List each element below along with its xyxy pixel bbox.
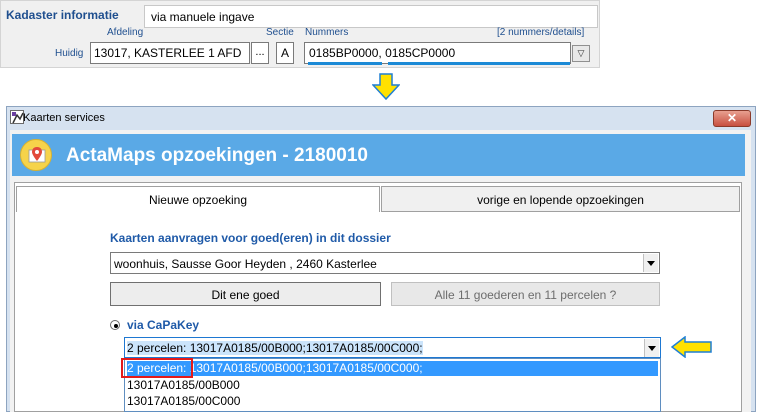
highlight-box	[121, 358, 193, 378]
afdeling-browse-button[interactable]: ...	[251, 42, 269, 64]
capakey-dropdown-list: 2 percelen: 13017A0185/00B000;13017A0185…	[124, 358, 661, 412]
nummers-field[interactable]: 0185BP0000, 0185CP0000	[304, 42, 571, 64]
sectie-label: Sectie	[266, 27, 294, 38]
alle-goederen-button[interactable]: Alle 11 goederen en 11 percelen ?	[391, 282, 660, 306]
sectie-field[interactable]: A	[276, 42, 294, 64]
radio-selected-dot	[114, 324, 118, 328]
arrow-left-icon	[671, 336, 712, 358]
nummer-underline-2	[388, 62, 570, 65]
page-title: ActaMaps opzoekingen - 2180010	[66, 145, 368, 166]
huidig-label: Huidig	[55, 48, 84, 59]
manual-input-field[interactable]: via manuele ingave	[144, 5, 598, 28]
dit-ene-goed-button[interactable]: Dit ene goed	[110, 282, 381, 306]
arrow-down-icon	[372, 73, 400, 101]
chevron-down-icon[interactable]	[643, 254, 658, 272]
nummer-underline-1	[308, 62, 382, 65]
nummers-label: Nummers	[305, 27, 349, 38]
tab-nieuwe-opzoeking[interactable]: Nieuwe opzoeking	[16, 186, 380, 212]
list-item[interactable]: 2 percelen: 13017A0185/00B000;13017A0185…	[127, 361, 658, 376]
capakey-select-value: 2 percelen: 13017A0185/00B000;13017A0185…	[127, 341, 423, 355]
window-title: Kaarten services	[23, 112, 105, 124]
goed-select[interactable]: woonhuis, Sausse Goor Heyden , 2460 Kast…	[110, 252, 660, 274]
list-item[interactable]: 13017A0185/00B000	[127, 378, 240, 393]
window-close-button[interactable]: ✕	[713, 110, 751, 127]
kadaster-title: Kadaster informatie	[6, 8, 119, 22]
tab-vorige-opzoekingen[interactable]: vorige en lopende opzoekingen	[381, 186, 740, 212]
goed-select-value: woonhuis, Sausse Goor Heyden , 2460 Kast…	[114, 257, 377, 271]
nummers-expand-button[interactable]: ▽	[572, 45, 590, 62]
afdeling-field[interactable]: 13017, KASTERLEE 1 AFD	[90, 42, 250, 64]
map-pin-icon	[20, 139, 52, 171]
capakey-select[interactable]: 2 percelen: 13017A0185/00B000;13017A0185…	[124, 337, 661, 358]
capakey-label: via CaPaKey	[127, 318, 200, 332]
details-link[interactable]: [2 nummers/details]	[497, 27, 584, 38]
list-item[interactable]: 13017A0185/00C000	[127, 394, 240, 409]
chevron-down-icon[interactable]	[644, 339, 659, 357]
request-label: Kaarten aanvragen voor goed(eren) in dit…	[110, 231, 391, 245]
afdeling-label: Afdeling	[107, 27, 144, 38]
window-app-icon	[10, 110, 24, 124]
